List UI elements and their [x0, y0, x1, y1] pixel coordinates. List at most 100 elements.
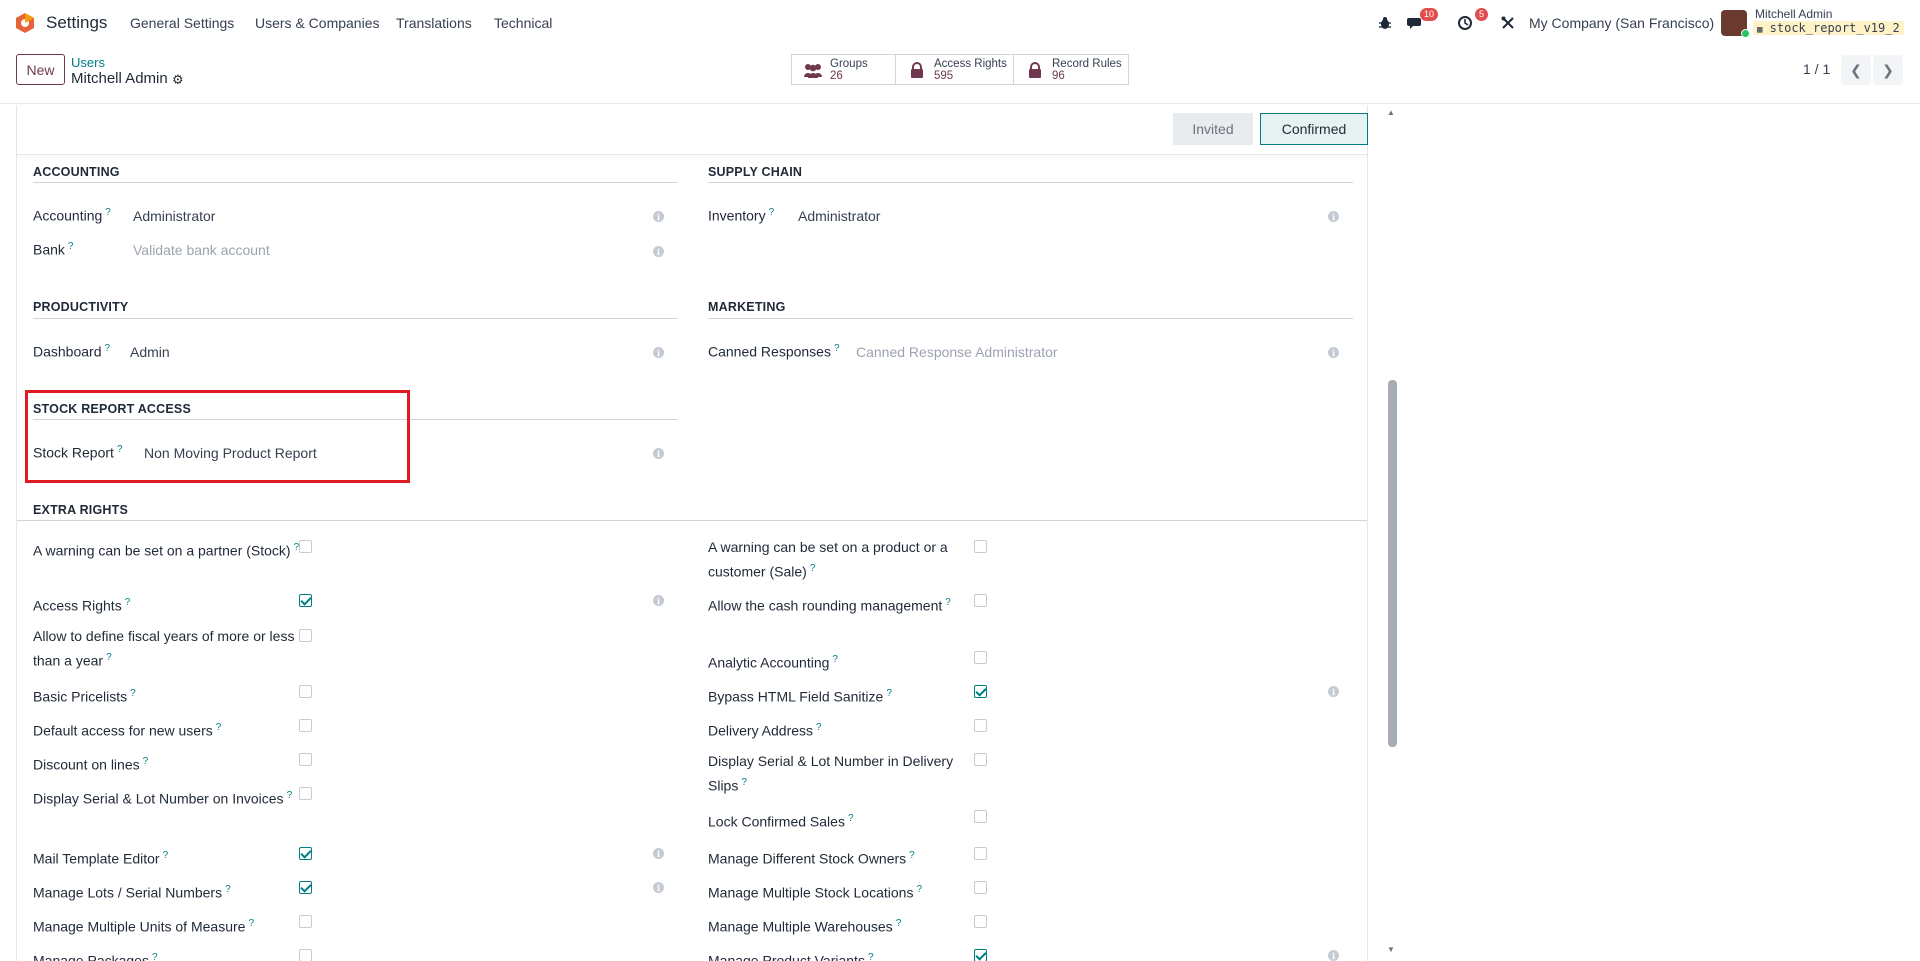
info-icon[interactable]: i — [653, 246, 664, 257]
extra-right-checkbox[interactable] — [299, 915, 312, 928]
help-icon[interactable]: ? — [896, 918, 902, 929]
scroll-up-icon[interactable]: ▲ — [1387, 108, 1395, 117]
record-rules-smart-button[interactable]: Record Rules 96 — [1014, 54, 1129, 85]
menu-general-settings[interactable]: General Settings — [130, 15, 234, 31]
field-value-inventory[interactable]: Administrator — [798, 208, 880, 224]
groups-smart-button[interactable]: Groups 26 — [791, 54, 896, 85]
extra-right-label: Manage Packages? — [33, 947, 303, 961]
field-value-accounting[interactable]: Administrator — [133, 208, 215, 224]
scrollbar-thumb[interactable] — [1388, 380, 1397, 747]
extra-right-checkbox[interactable] — [299, 594, 312, 607]
chat-icon[interactable]: 10 — [1404, 8, 1438, 34]
clock-icon[interactable]: 5 — [1454, 8, 1488, 34]
extra-right-checkbox[interactable] — [974, 810, 987, 823]
help-icon[interactable]: ? — [68, 241, 74, 252]
help-icon[interactable]: ? — [163, 850, 169, 861]
help-icon[interactable]: ? — [916, 884, 922, 895]
activities-badge: 5 — [1474, 8, 1488, 21]
info-icon[interactable]: i — [1328, 347, 1339, 358]
extra-right-checkbox[interactable] — [299, 629, 312, 642]
help-icon[interactable]: ? — [886, 688, 892, 699]
gear-icon[interactable]: ⚙ — [172, 72, 184, 88]
help-icon[interactable]: ? — [105, 207, 111, 218]
help-icon[interactable]: ? — [832, 654, 838, 665]
info-icon[interactable]: i — [653, 448, 664, 459]
extra-right-label: Default access for new users? — [33, 717, 303, 742]
info-icon[interactable]: i — [653, 347, 664, 358]
help-icon[interactable]: ? — [945, 597, 951, 608]
menu-technical[interactable]: Technical — [494, 15, 552, 31]
help-icon[interactable]: ? — [225, 884, 231, 895]
section-divider — [708, 182, 1353, 183]
help-icon[interactable]: ? — [248, 918, 254, 929]
help-icon[interactable]: ? — [909, 850, 915, 861]
info-icon[interactable]: i — [653, 595, 664, 606]
access-rights-smart-button[interactable]: Access Rights 595 — [896, 54, 1014, 85]
pager-previous-button[interactable]: ❮ — [1841, 55, 1871, 85]
info-icon[interactable]: i — [1328, 950, 1339, 961]
extra-right-checkbox[interactable] — [974, 594, 987, 607]
extra-right-label: Manage Different Stock Owners? — [708, 845, 978, 870]
extra-right-checkbox[interactable] — [299, 787, 312, 800]
help-icon[interactable]: ? — [105, 343, 111, 354]
field-value-bank[interactable]: Validate bank account — [133, 242, 270, 258]
app-logo-icon[interactable] — [14, 12, 36, 34]
help-icon[interactable]: ? — [834, 343, 840, 354]
help-icon[interactable]: ? — [130, 688, 136, 699]
extra-right-checkbox[interactable] — [974, 651, 987, 664]
field-label-accounting: Accounting? — [33, 207, 111, 224]
help-icon[interactable]: ? — [152, 952, 158, 961]
tools-icon[interactable] — [1497, 12, 1519, 34]
help-icon[interactable]: ? — [868, 952, 874, 961]
stage-invited[interactable]: Invited — [1173, 113, 1253, 145]
stage-confirmed[interactable]: Confirmed — [1260, 113, 1368, 145]
user-name[interactable]: Mitchell Admin — [1755, 7, 1832, 21]
help-icon[interactable]: ? — [848, 813, 854, 824]
pager-next-button[interactable]: ❯ — [1873, 55, 1903, 85]
field-value-canned-responses[interactable]: Canned Response Administrator — [856, 344, 1058, 360]
extra-right-checkbox[interactable] — [974, 685, 987, 698]
pager-value[interactable]: 1 / 1 — [1803, 61, 1830, 77]
info-icon[interactable]: i — [653, 211, 664, 222]
company-switcher[interactable]: My Company (San Francisco) — [1529, 15, 1714, 31]
extra-right-checkbox[interactable] — [974, 753, 987, 766]
info-icon[interactable]: i — [1328, 686, 1339, 697]
info-icon[interactable]: i — [653, 882, 664, 893]
help-icon[interactable]: ? — [125, 597, 131, 608]
help-icon[interactable]: ? — [106, 652, 112, 663]
extra-right-checkbox[interactable] — [299, 753, 312, 766]
extra-right-checkbox[interactable] — [299, 949, 312, 961]
bug-icon[interactable] — [1374, 12, 1396, 34]
extra-right-label: Basic Pricelists? — [33, 683, 303, 708]
help-icon[interactable]: ? — [287, 790, 293, 801]
extra-right-checkbox[interactable] — [974, 949, 987, 961]
extra-right-checkbox[interactable] — [974, 719, 987, 732]
extra-right-checkbox[interactable] — [974, 881, 987, 894]
scroll-down-icon[interactable]: ▼ — [1387, 945, 1395, 954]
extra-right-checkbox[interactable] — [299, 685, 312, 698]
info-icon[interactable]: i — [1328, 211, 1339, 222]
help-icon[interactable]: ? — [143, 756, 149, 767]
field-label-bank: Bank? — [33, 241, 74, 258]
help-icon[interactable]: ? — [769, 207, 775, 218]
menu-translations[interactable]: Translations — [396, 15, 472, 31]
menu-users-companies[interactable]: Users & Companies — [255, 15, 380, 31]
extra-right-checkbox[interactable] — [974, 540, 987, 553]
breadcrumb-users[interactable]: Users — [71, 55, 105, 70]
help-icon[interactable]: ? — [810, 563, 816, 574]
app-name[interactable]: Settings — [46, 13, 107, 33]
help-icon[interactable]: ? — [816, 722, 822, 733]
extra-right-checkbox[interactable] — [299, 881, 312, 894]
extra-right-checkbox[interactable] — [299, 847, 312, 860]
extra-right-checkbox[interactable] — [974, 915, 987, 928]
new-button[interactable]: New — [16, 54, 65, 85]
extra-right-label: Access Rights? — [33, 592, 303, 617]
extra-right-label-text: Manage Packages — [33, 952, 149, 961]
extra-right-checkbox[interactable] — [299, 540, 312, 553]
field-value-dashboard[interactable]: Admin — [130, 344, 170, 360]
extra-right-checkbox[interactable] — [974, 847, 987, 860]
help-icon[interactable]: ? — [216, 722, 222, 733]
extra-right-checkbox[interactable] — [299, 719, 312, 732]
info-icon[interactable]: i — [653, 848, 664, 859]
help-icon[interactable]: ? — [741, 777, 747, 788]
